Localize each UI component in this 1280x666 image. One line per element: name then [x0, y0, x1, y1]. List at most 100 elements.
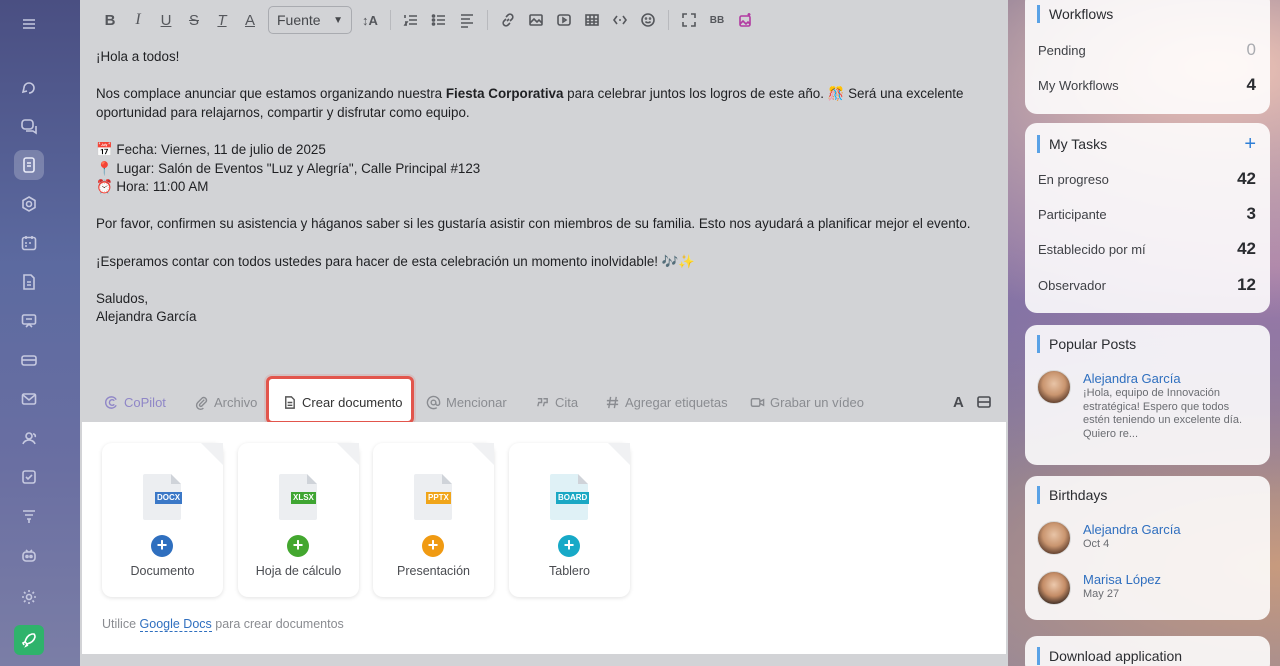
quote-button[interactable]: Cita [535, 395, 578, 410]
strikethrough-button[interactable]: S [180, 6, 208, 34]
plus-icon: + [151, 535, 173, 557]
popular-post-item[interactable]: Alejandra García ¡Hola, equipo de Innova… [1037, 370, 1253, 441]
toolbar-divider [668, 10, 669, 30]
task-row[interactable]: En progreso 42 [1038, 169, 1256, 189]
birthday-item[interactable]: Alejandra García Oct 4 [1037, 521, 1253, 555]
post-author[interactable]: Alejandra García [1083, 370, 1253, 387]
my-workflows-row[interactable]: My Workflows 4 [1038, 75, 1256, 95]
automation-icon[interactable] [14, 501, 44, 531]
greeting-text: ¡Hola a todos! [96, 49, 180, 64]
bbcode-button[interactable]: BB [703, 6, 731, 34]
clear-format-button[interactable]: T [208, 6, 236, 34]
workflow-pending-row[interactable]: Pending 0 [1038, 40, 1256, 60]
create-xlsx-card[interactable]: XLSX + Hoja de cálculo [238, 443, 359, 597]
left-nav [0, 0, 58, 666]
add-task-button[interactable]: + [1244, 134, 1256, 154]
task-row[interactable]: Observador 12 [1038, 275, 1256, 295]
copilot-icon [105, 396, 117, 409]
tasks-icon[interactable] [14, 462, 44, 492]
event-name: Fiesta Corporativa [445, 86, 564, 102]
ai-image-button[interactable] [731, 6, 759, 34]
intro-paragraph: Nos complace anunciar que estamos organi… [96, 85, 996, 122]
copilot-button[interactable]: CoPilot [104, 395, 166, 410]
emoji-button[interactable] [634, 6, 662, 34]
boards-icon[interactable] [14, 306, 44, 336]
birthday-date: May 27 [1083, 588, 1120, 600]
card-corner [472, 443, 494, 465]
post-excerpt: ¡Hola, equipo de Innovación estratégica!… [1083, 387, 1243, 440]
font-size-button[interactable]: ↕A [356, 6, 384, 34]
code-block-button[interactable] [606, 6, 634, 34]
task-row[interactable]: Establecido por mí 42 [1038, 239, 1256, 259]
mail-icon[interactable] [14, 384, 44, 414]
link-button[interactable] [494, 6, 522, 34]
create-pptx-card[interactable]: PPTX + Presentación [373, 443, 494, 597]
groups-icon[interactable] [14, 189, 44, 219]
message-body[interactable]: ¡Hola a todos! Nos complace anunciar que… [96, 48, 996, 327]
font-select-value: Fuente [277, 12, 321, 28]
workflows-widget: Workflows Pending 0 My Workflows 4 [1025, 0, 1270, 114]
underline-button[interactable]: U [152, 6, 180, 34]
intro-text: Nos complace anunciar que estamos organi… [96, 86, 446, 102]
video-button[interactable] [550, 6, 578, 34]
task-row[interactable]: Participante 3 [1038, 204, 1256, 224]
record-video-button[interactable]: Grabar un vídeo [750, 395, 864, 410]
align-button[interactable] [453, 6, 481, 34]
bold-button[interactable]: B [96, 6, 124, 34]
quote-label: Cita [555, 395, 579, 410]
date-line: 📅 Fecha: Viernes, 11 de julio de 2025 [96, 141, 326, 157]
italic-button[interactable]: I [124, 6, 152, 34]
card-label: Presentación [397, 564, 470, 578]
post-action-bar: CoPilot Archivo Crear documento Menciona… [80, 384, 1008, 422]
calendar-icon[interactable] [14, 228, 44, 258]
copilot-label: CoPilot [124, 395, 166, 410]
menu-icon[interactable] [14, 9, 44, 39]
row-label: Establecido por mí [1038, 241, 1146, 257]
mention-button[interactable]: Mencionar [426, 395, 507, 410]
hashtag-icon [606, 396, 619, 409]
feed-icon[interactable] [14, 72, 44, 102]
quote-icon [537, 398, 548, 407]
add-tags-button[interactable]: Agregar etiquetas [605, 395, 728, 410]
chat-icon[interactable] [14, 111, 44, 141]
employees-icon[interactable] [14, 423, 44, 453]
chevron-down-icon: ▼ [333, 14, 343, 26]
widget-title[interactable]: Download application [1037, 647, 1182, 665]
create-docx-card[interactable]: DOCX + Documento [102, 443, 223, 597]
image-button[interactable] [522, 6, 550, 34]
copilot-bot-icon[interactable] [14, 540, 44, 570]
create-document-button[interactable]: Crear documento [282, 395, 402, 410]
add-tags-label: Agregar etiquetas [625, 395, 728, 410]
hint-text-end: para crear documentos [211, 617, 344, 631]
format-toolbar: B I U S T A Fuente ▼ ↕A BB [80, 0, 1008, 40]
row-count: 12 [1237, 275, 1256, 294]
text-color-button[interactable]: A [236, 6, 264, 34]
paperclip-icon [195, 396, 208, 410]
rocket-icon[interactable] [14, 625, 44, 655]
row-count: 4 [1246, 75, 1256, 94]
card-label: Documento [130, 564, 195, 578]
bulleted-list-button[interactable] [425, 6, 453, 34]
person-name[interactable]: Marisa López [1083, 571, 1253, 588]
birthday-item[interactable]: Marisa López May 27 [1037, 571, 1253, 605]
attach-file-button[interactable]: Archivo [194, 395, 257, 410]
table-button[interactable] [578, 6, 606, 34]
toolbar-toggle-icon[interactable] [976, 394, 992, 410]
font-select[interactable]: Fuente ▼ [268, 6, 352, 34]
settings-icon[interactable] [14, 582, 44, 612]
create-board-card[interactable]: BOARD + Tablero [509, 443, 630, 597]
widget-title: My Tasks [1037, 135, 1107, 153]
avatar [1037, 521, 1071, 555]
text-format-toggle[interactable]: A [953, 394, 964, 411]
google-docs-link[interactable]: Google Docs [139, 617, 212, 632]
editor-controls: A [953, 394, 992, 411]
docs-icon[interactable] [14, 267, 44, 297]
mention-label: Mencionar [446, 395, 507, 410]
pptx-file-icon: PPTX [414, 474, 452, 520]
card-corner [201, 443, 223, 465]
numbered-list-button[interactable] [397, 6, 425, 34]
person-name[interactable]: Alejandra García [1083, 521, 1253, 538]
fullscreen-button[interactable] [675, 6, 703, 34]
crm-icon[interactable] [14, 345, 44, 375]
documents-icon[interactable] [14, 150, 44, 180]
